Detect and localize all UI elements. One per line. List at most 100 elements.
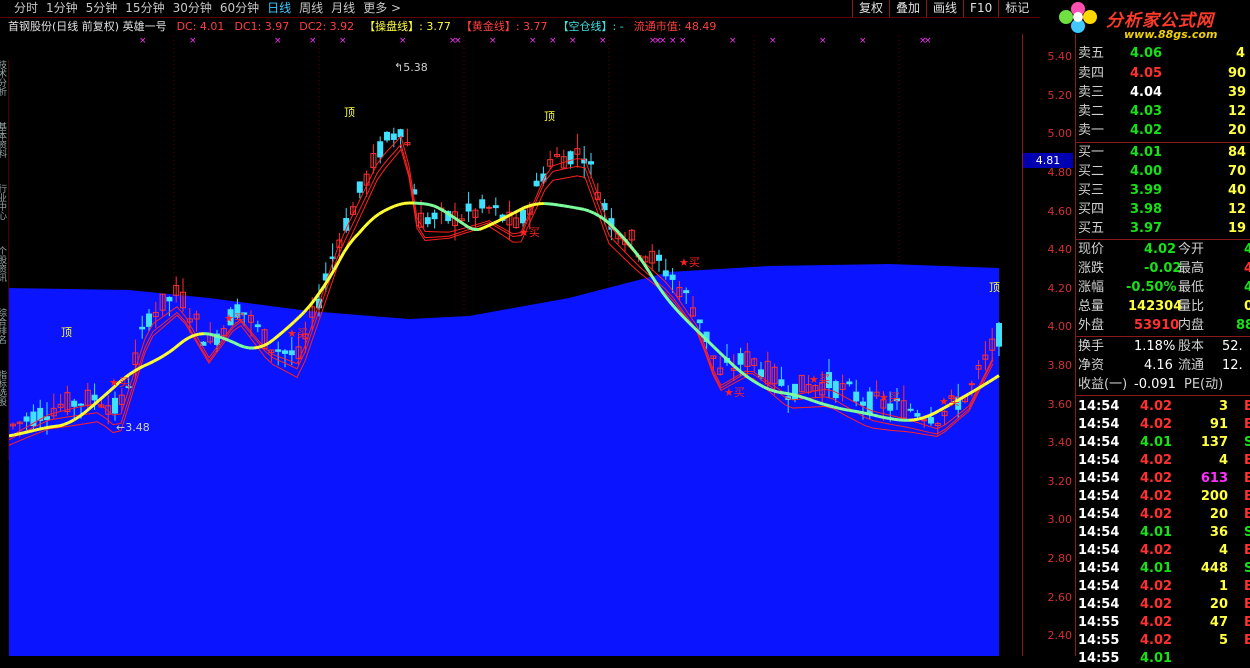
signal-marker: × [569,36,577,46]
tick-bs: S [1244,524,1250,542]
top-signal-label: 顶 [989,281,1000,294]
ask-4-row[interactable]: 卖四 4.05 90 [1078,64,1104,83]
bid-price: 4.00 [1130,162,1162,181]
operation-line [834,407,839,408]
bid-3-row[interactable]: 买三 3.99 40 [1078,181,1104,200]
candle-body [738,354,743,365]
ask-3-row[interactable]: 卖三 4.04 39 [1078,83,1104,102]
candle-body [854,392,859,401]
current-price-tag: 4.81 [1023,153,1073,168]
quote-value: 4 [1244,259,1250,278]
signal-marker: × [769,36,777,46]
f10-button[interactable]: F10 [963,0,998,17]
operation-line [584,209,589,211]
quote-label: 涨幅 [1078,280,1104,295]
candle-body [79,404,84,405]
price-tick: 4.20 [1026,282,1072,295]
candle-body [861,402,866,405]
period-tabs: 分时 1分钟 5分钟 15分钟 30分钟 60分钟 日线 周线 月线 更多 > [10,0,405,17]
operation-line [589,211,594,213]
signal-marker: × [189,36,197,46]
operation-line [244,347,249,348]
vtab-screen[interactable]: 指标选股 [0,370,8,432]
stat-label: 股本 [1178,337,1204,356]
mark-button[interactable]: 标记 [998,0,1035,17]
operation-line [344,245,349,253]
buy-signal-label: ★买 [879,391,900,404]
tick-volume: 20 [1188,596,1228,614]
price-tick: 3.40 [1026,436,1072,449]
quote-label: 最高 [1178,259,1204,278]
tab-daily[interactable]: 日线 [263,0,295,17]
tick-price: 4.02 [1140,416,1172,434]
operation-line [764,387,769,389]
operation-line [54,426,59,427]
tab-60min[interactable]: 60分钟 [216,0,263,17]
operation-line [644,264,649,272]
ask-1-row[interactable]: 卖一 4.02 20 [1078,121,1104,140]
signal-marker: × [669,36,677,46]
draw-line-button[interactable]: 画线 [926,0,963,17]
quote-value: 88 [1236,316,1250,335]
vtab-industry[interactable]: 行业中心 [0,184,8,246]
operation-line [914,419,919,420]
signal-marker: × [529,36,537,46]
bid-4-row[interactable]: 买四 3.98 12 [1078,200,1104,219]
vtab-news[interactable]: 个股资讯 [0,246,8,308]
price-tick: 5.40 [1026,50,1072,63]
quote-label: 今开 [1178,240,1204,259]
tick-price: 4.02 [1140,614,1172,632]
candle-body [908,409,913,410]
price-tick: 3.20 [1026,475,1072,488]
tab-15min[interactable]: 15分钟 [121,0,168,17]
operation-line [884,417,889,418]
tab-1min[interactable]: 1分钟 [42,0,82,17]
top-signal-label: 顶 [544,110,555,123]
candle-body [391,134,396,139]
tick-price: 4.02 [1140,506,1172,524]
stat-row-netasset: 净资 4.16 流通 12. [1078,356,1104,375]
operation-line [459,221,464,224]
tick-bs: S [1244,560,1250,578]
ask-2-row[interactable]: 卖二 4.03 12 [1078,102,1104,121]
operation-line [874,415,879,416]
operation-line [384,209,389,211]
tab-5min[interactable]: 5分钟 [82,0,122,17]
tab-more[interactable]: 更多 > [359,0,405,17]
price-tick: 5.20 [1026,89,1072,102]
fuquan-button[interactable]: 复权 [852,0,889,17]
quote-label: 现价 [1078,242,1104,257]
ask-price: 4.06 [1130,44,1162,63]
tab-30min[interactable]: 30分钟 [169,0,216,17]
tab-monthly[interactable]: 月线 [327,0,359,17]
buy-signal-label: ★买 [287,327,308,340]
vtab-basic[interactable]: 基本资料 [0,122,8,184]
operation-line [634,250,639,256]
operation-line [224,338,229,340]
vtab-tech[interactable]: 技术分析 [0,60,8,122]
tick-price: 4.01 [1140,560,1172,578]
operation-line [799,396,804,397]
indicator-line: 首钢股份(日线 前复权) 英雄一号 DC: 4.01 DC1: 3.97 DC2… [8,18,716,35]
candle-body [888,404,893,410]
tab-fenshi[interactable]: 分时 [10,0,42,17]
candle-body [398,130,403,137]
operation-line [574,208,579,209]
vtab-rank[interactable]: 综合排名 [0,308,8,370]
bid-5-row[interactable]: 买五 3.97 19 [1078,219,1104,238]
ask-5-row[interactable]: 卖五 4.06 4 [1078,44,1104,63]
quote-value: -0.50% [1126,278,1177,297]
tab-weekly[interactable]: 周线 [295,0,327,17]
tick-price: 4.02 [1140,596,1172,614]
kline-chart[interactable]: ××××××××××××××××××××××××↰5.38←3.48顶顶顶顶★买… [9,36,1022,656]
tick-bs: B [1244,470,1250,488]
overlay-button[interactable]: 叠加 [889,0,926,17]
operation-line [769,389,774,391]
price-tick: 2.80 [1026,552,1072,565]
candle-body [276,350,281,351]
bid-2-row[interactable]: 买二 4.00 70 [1078,162,1104,181]
candle-body [167,298,172,301]
bid-1-row[interactable]: 买一 4.01 84 [1078,143,1104,162]
operation-line [554,204,559,205]
quote-label: 量比 [1178,297,1204,316]
